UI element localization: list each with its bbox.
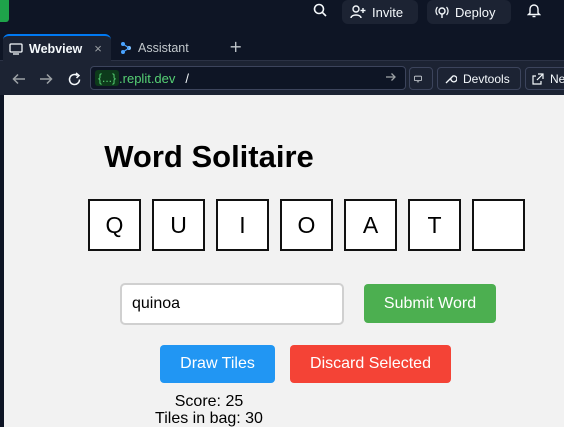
word-input[interactable] (120, 283, 344, 325)
letter-tile[interactable]: U (152, 199, 205, 251)
letter-tile[interactable]: T (408, 199, 461, 251)
add-user-icon (350, 5, 366, 19)
submit-word-button[interactable]: Submit Word (364, 284, 496, 323)
webview-content: Word Solitaire Q U I O A T Submit Word D… (4, 95, 564, 427)
devtools-button[interactable]: Devtools (437, 67, 521, 90)
search-icon[interactable] (310, 0, 330, 20)
tab-assistant-label: Assistant (138, 40, 189, 55)
open-new-tab-button[interactable]: Ne (525, 67, 564, 90)
back-arrow-icon[interactable] (10, 70, 28, 88)
deploy-button[interactable]: Deploy (427, 0, 511, 24)
letter-tile[interactable]: A (344, 199, 397, 251)
invite-label: Invite (372, 4, 404, 20)
wrench-icon (445, 75, 457, 84)
empty-tile-slot[interactable] (472, 199, 525, 251)
go-arrow-icon[interactable] (385, 71, 397, 86)
replit-logo-edge[interactable] (0, 0, 9, 22)
open-new-tab-label: Ne (550, 71, 564, 86)
url-host-badge: {...} (95, 70, 120, 86)
url-field[interactable]: {...} .replit.dev / (90, 66, 406, 90)
page-title: Word Solitaire (104, 139, 314, 174)
forward-arrow-icon[interactable] (37, 70, 55, 88)
tab-webview[interactable]: Webview × (3, 34, 111, 61)
deploy-icon (435, 6, 449, 18)
tiles-in-bag-text: Tiles in bag: 30 (155, 410, 263, 427)
letter-tile[interactable]: O (280, 199, 333, 251)
workspace-header: Invite Deploy (0, 0, 564, 30)
pane-tab-bar: Webview × Assistant (0, 30, 564, 61)
tab-assistant[interactable]: Assistant (114, 34, 224, 61)
letter-tile[interactable]: I (216, 199, 269, 251)
assistant-icon (121, 41, 131, 54)
close-tab-icon[interactable]: × (94, 41, 102, 56)
screen-icon (414, 75, 422, 82)
tab-webview-label: Webview (29, 41, 83, 56)
webview-address-bar: {...} .replit.dev / Devtools Ne (0, 61, 564, 95)
monitor-icon (9, 42, 23, 55)
url-host: .replit.dev (119, 70, 176, 86)
device-preview-button[interactable] (409, 67, 433, 90)
invite-button[interactable]: Invite (342, 0, 418, 24)
discard-selected-button[interactable]: Discard Selected (290, 345, 451, 383)
url-path: / (185, 70, 190, 86)
external-link-icon (532, 72, 544, 85)
reload-icon[interactable] (65, 70, 83, 88)
new-tab-button[interactable]: + (229, 37, 242, 56)
draw-tiles-button[interactable]: Draw Tiles (160, 345, 275, 383)
devtools-label: Devtools (463, 71, 510, 86)
bell-icon[interactable] (524, 0, 544, 20)
score-text: Score: 25 (174, 393, 244, 410)
deploy-label: Deploy (455, 4, 496, 20)
letter-tile[interactable]: Q (88, 199, 141, 251)
